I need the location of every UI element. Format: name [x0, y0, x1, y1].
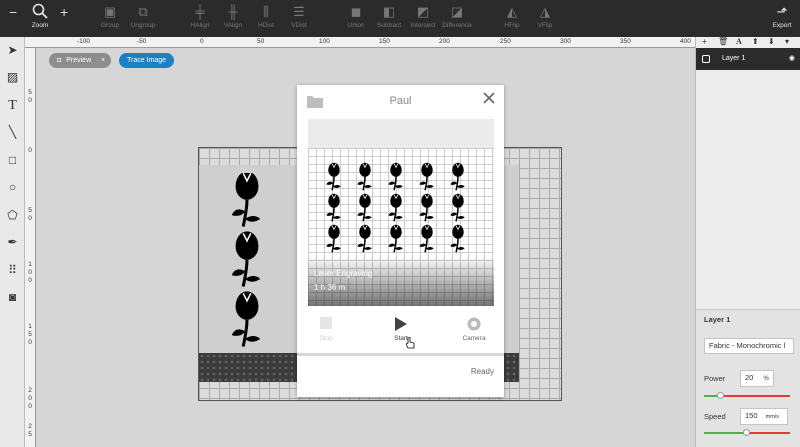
export-button[interactable]: ⬏ Export	[762, 3, 800, 35]
ellipse-icon[interactable]: ○	[4, 179, 21, 196]
machine-name: Paul	[389, 95, 412, 107]
power-label: Power	[704, 374, 726, 383]
top-toolbar: − Zoom + ▣ Group ⧉ Ungroup ╪ HAlign ╫ VA…	[0, 0, 800, 37]
difference-button[interactable]: ◪ Difference	[437, 3, 477, 35]
power-slider-knob[interactable]	[717, 392, 725, 399]
hand-cursor-icon	[406, 337, 415, 349]
polygon-icon[interactable]: ⬠	[4, 207, 21, 224]
difference-icon: ◪	[450, 4, 464, 19]
plus-icon[interactable]: +	[60, 3, 68, 21]
close-icon[interactable]	[483, 92, 495, 104]
camera-small-icon: ◘	[57, 57, 62, 64]
rectangle-icon[interactable]: □	[4, 152, 21, 169]
preview-chip[interactable]: ◘ Preview ×	[49, 53, 111, 68]
preview-close-icon[interactable]: ×	[101, 53, 105, 68]
stop-button[interactable]: Stop	[306, 317, 346, 342]
ungroup-icon: ⧉	[138, 4, 148, 19]
speed-slider-knob[interactable]	[743, 429, 750, 436]
ungroup-button[interactable]: ⧉ Ungroup	[123, 3, 163, 35]
preview-gradient	[308, 256, 494, 306]
preview-header-bar	[308, 119, 494, 148]
ruler-left: 5 0 0 5 0 1 0 0 1 5 0 2 0 0 2 5	[25, 48, 36, 447]
zoom-button[interactable]: Zoom	[20, 3, 60, 35]
speed-slider[interactable]	[704, 429, 790, 436]
move-down-icon[interactable]: ⬇	[768, 37, 775, 46]
layer-checkbox-icon[interactable]	[702, 55, 710, 63]
camera-icon[interactable]: ◙	[4, 289, 21, 306]
right-panel: + 🗑 A ⬆ ⬇ ▾ Layer 1 ◉ Layer 1 Fabric - M…	[695, 37, 800, 447]
grid-array-icon[interactable]: ⠿	[4, 262, 21, 279]
magnifier-icon	[20, 3, 60, 21]
camera-button[interactable]: Camera	[454, 317, 494, 342]
vdist-button[interactable]: ☰ VDist	[279, 3, 319, 35]
vflip-icon: ◮	[540, 4, 550, 19]
export-icon: ⬏	[776, 4, 788, 19]
rose-column-design[interactable]	[217, 173, 277, 348]
layer-properties: Layer 1 Fabric - Monochromic l Power 20 …	[696, 309, 800, 447]
properties-title: Layer 1	[704, 315, 731, 324]
job-name: Laser Engraving	[314, 269, 373, 278]
trash-icon[interactable]: 🗑	[718, 37, 728, 46]
machine-dialog: Paul Laser Engraving 1 h 36 m Stop Start…	[297, 85, 504, 397]
vdist-icon: ☰	[293, 4, 305, 19]
eye-icon[interactable]: ◉	[789, 48, 795, 70]
layer-list-item[interactable]: Layer 1 ◉	[696, 48, 800, 70]
vflip-button[interactable]: ◮ VFlip	[525, 3, 565, 35]
ruler-top: -100 -50 0 50 100 150 200 250 300 350 40…	[25, 37, 695, 48]
speed-label: Speed	[704, 412, 726, 421]
camera-lens-icon	[467, 317, 481, 331]
rose-pattern-preview	[325, 161, 466, 254]
collapse-icon[interactable]: ▾	[785, 37, 789, 46]
pen-icon[interactable]: ✒	[4, 234, 21, 251]
speed-input[interactable]: 150 mm/s	[740, 408, 788, 425]
left-toolbox: ➤ ▨ T ╲ □ ○ ⬠ ✒ ⠿ ◙	[0, 37, 25, 447]
add-layer-icon[interactable]: +	[702, 37, 707, 46]
machine-status: Ready	[470, 367, 494, 376]
cursor-icon[interactable]: ➤	[4, 42, 21, 59]
power-slider[interactable]	[704, 392, 790, 399]
trace-image-button[interactable]: Trace Image	[119, 53, 175, 68]
play-icon	[395, 317, 407, 331]
move-up-icon[interactable]: ⬆	[752, 37, 759, 46]
job-time: 1 h 36 m	[314, 283, 346, 292]
layer-tools: + 🗑 A ⬆ ⬇ ▾	[696, 37, 800, 47]
image-icon[interactable]: ▨	[4, 69, 21, 86]
minus-icon[interactable]: −	[9, 3, 17, 21]
start-button[interactable]: Start	[381, 317, 421, 342]
divider	[297, 353, 504, 356]
line-icon[interactable]: ╲	[4, 124, 21, 141]
text-layer-icon[interactable]: A	[736, 37, 742, 46]
job-preview: Laser Engraving 1 h 36 m	[308, 148, 494, 306]
material-select[interactable]: Fabric - Monochromic l	[704, 338, 794, 354]
stop-icon	[320, 317, 332, 329]
power-input[interactable]: 20 %	[740, 370, 774, 387]
text-icon[interactable]: T	[4, 97, 21, 114]
